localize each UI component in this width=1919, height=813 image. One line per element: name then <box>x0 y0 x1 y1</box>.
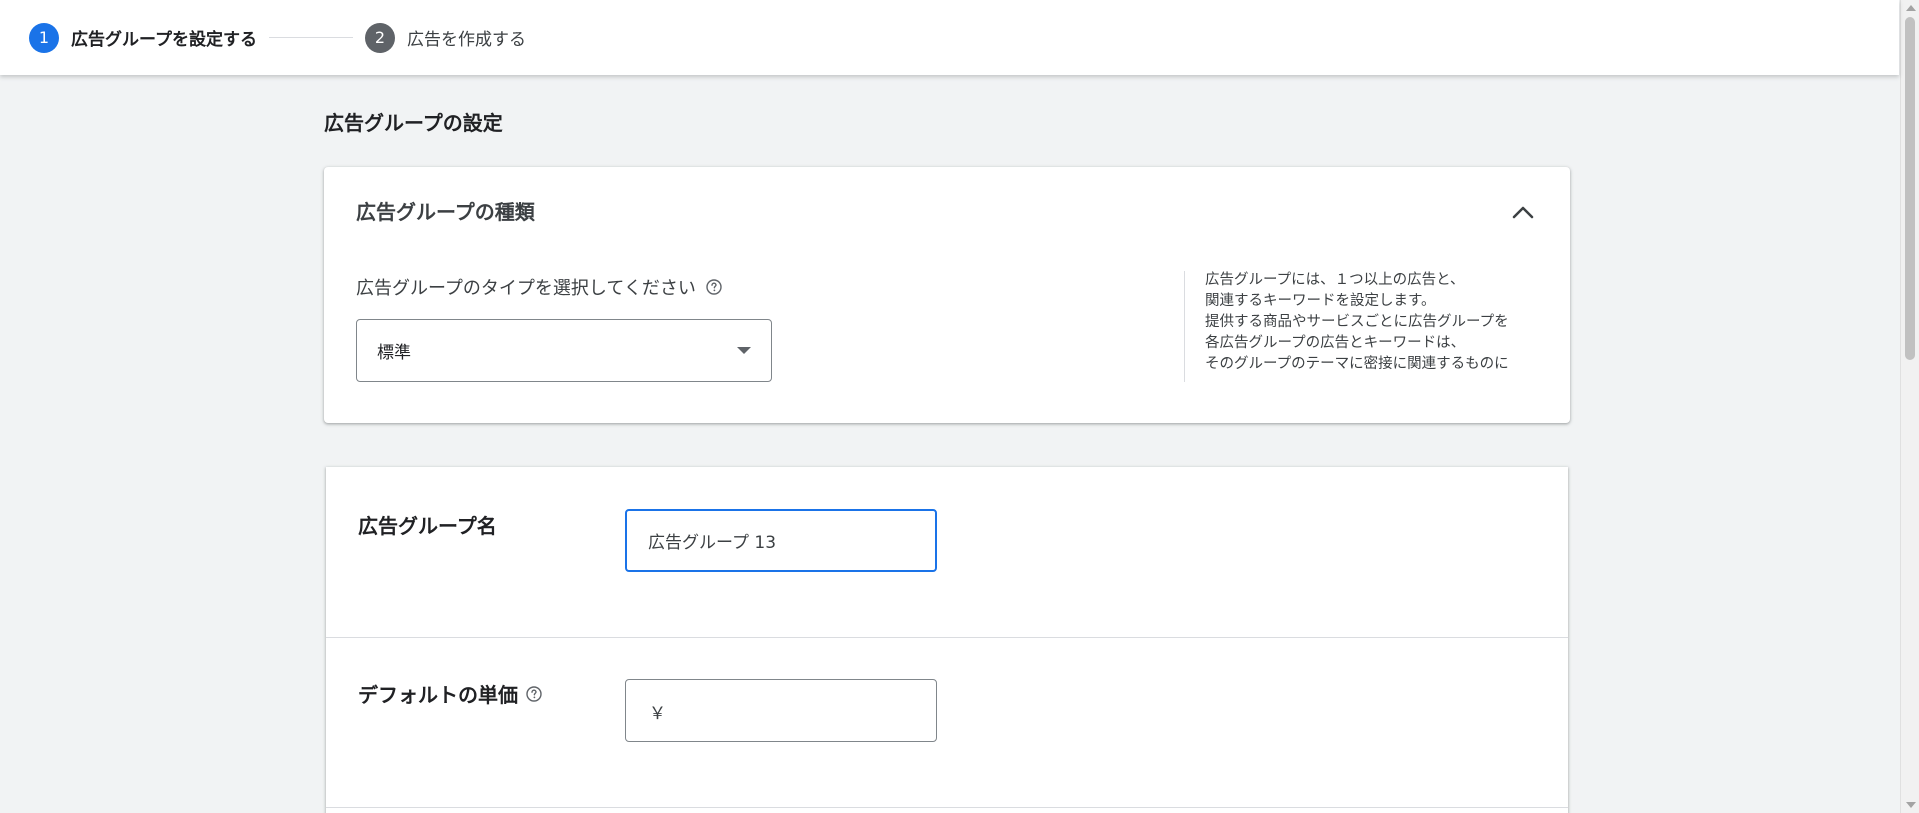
stepper-bar: 1 広告グループを設定する 2 広告を作成する <box>0 0 1899 75</box>
info-line: 関連するキーワードを設定します。 <box>1205 293 1436 309</box>
help-circle-icon[interactable] <box>706 279 722 295</box>
step-1-label: 広告グループを設定する <box>71 30 257 50</box>
row-divider <box>326 807 1568 808</box>
default-bid-label: デフォルトの単価 <box>358 683 518 707</box>
ad-group-type-select-label: 広告グループのタイプを選択してください <box>356 278 696 299</box>
row-divider <box>326 637 1568 638</box>
chevron-up-icon <box>1512 206 1534 219</box>
info-line: 提供する商品やサービスごとに広告グループを <box>1205 314 1509 330</box>
scroll-down-icon[interactable] <box>1906 802 1916 808</box>
step-1-number: 1 <box>29 22 59 53</box>
ad-group-settings-card: 広告グループ名 デフォルトの単価 ￥ <box>326 467 1568 813</box>
info-line: 各広告グループの広告とキーワードは、 <box>1205 335 1466 351</box>
step-2[interactable]: 2 広告を作成する <box>364 22 526 53</box>
scroll-up-icon[interactable] <box>1906 5 1916 11</box>
step-2-label: 広告を作成する <box>406 30 526 50</box>
page-title: 広告グループの設定 <box>324 111 503 135</box>
info-line: そのグループのテーマに密接に関連するものに <box>1205 356 1509 372</box>
collapse-button[interactable] <box>1508 197 1538 227</box>
currency-symbol: ￥ <box>649 704 666 724</box>
ad-group-type-title: 広告グループの種類 <box>356 200 535 224</box>
step-2-number: 2 <box>364 22 395 53</box>
scrollbar-thumb[interactable] <box>1905 17 1915 360</box>
step-connector <box>268 37 353 38</box>
step-1[interactable]: 1 広告グループを設定する <box>29 22 257 53</box>
page-scrollbar[interactable] <box>1900 0 1919 813</box>
ad-group-info-text: 広告グループには、１つ以上の広告と、 関連するキーワードを設定します。 提供する… <box>1205 270 1550 375</box>
help-circle-icon[interactable] <box>526 685 542 702</box>
dropdown-arrow-icon <box>737 347 751 354</box>
info-divider <box>1184 271 1185 382</box>
info-line: 広告グループには、１つ以上の広告と、 <box>1205 272 1465 288</box>
default-bid-input[interactable] <box>625 679 937 742</box>
ad-group-type-select-value: 標準 <box>377 343 411 363</box>
ad-group-name-input[interactable] <box>625 509 937 572</box>
ad-group-type-card: 広告グループの種類 広告グループのタイプを選択してください 標準 広告グループに… <box>324 167 1570 423</box>
ad-group-type-select-label-row: 広告グループのタイプを選択してください <box>356 274 722 300</box>
default-bid-label-row: デフォルトの単価 <box>358 679 542 708</box>
ad-group-name-label: 広告グループ名 <box>358 514 497 538</box>
ad-group-type-select[interactable]: 標準 <box>356 319 772 382</box>
